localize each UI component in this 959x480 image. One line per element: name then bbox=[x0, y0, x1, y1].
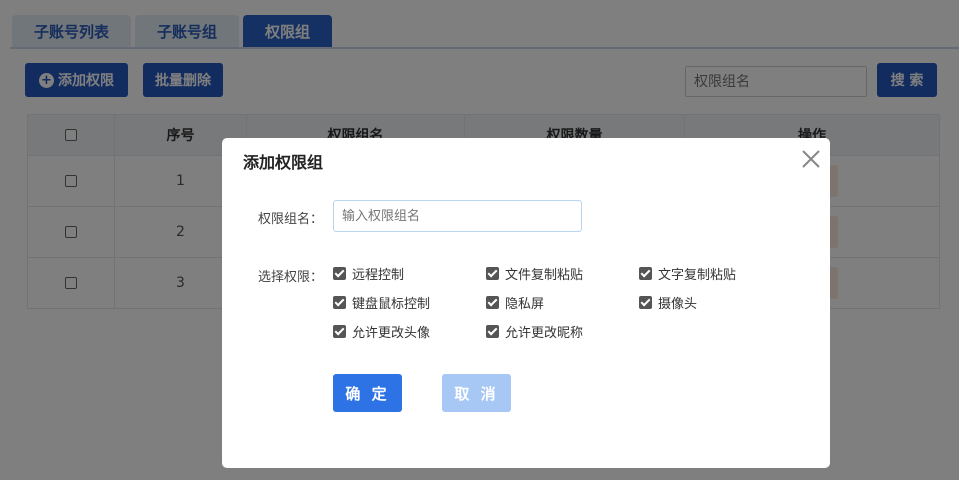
permission-change-nickname[interactable]: 允许更改昵称 bbox=[486, 322, 583, 341]
permission-label: 摄像头 bbox=[658, 297, 698, 312]
checkbox-checked[interactable] bbox=[486, 325, 499, 338]
permission-file-copy-paste[interactable]: 文件复制粘贴 bbox=[486, 264, 583, 283]
cancel-button[interactable]: 取 消 bbox=[442, 374, 511, 412]
permission-text-copy-paste[interactable]: 文字复制粘贴 bbox=[639, 264, 736, 283]
close-icon[interactable] bbox=[799, 147, 823, 171]
permission-privacy-screen[interactable]: 隐私屏 bbox=[486, 293, 544, 312]
permission-keyboard-mouse[interactable]: 键盘鼠标控制 bbox=[333, 293, 430, 312]
permission-label: 键盘鼠标控制 bbox=[352, 297, 431, 312]
checkbox-checked[interactable] bbox=[486, 296, 499, 309]
permission-remote-control[interactable]: 远程控制 bbox=[333, 264, 404, 283]
permission-change-avatar[interactable]: 允许更改头像 bbox=[333, 322, 430, 341]
permission-label: 文件复制粘贴 bbox=[505, 268, 584, 283]
add-permission-group-dialog: 添加权限组 权限组名： 选择权限： 远程控制 文件复制粘贴 文字复制粘贴 键盘鼠… bbox=[222, 138, 830, 468]
confirm-button[interactable]: 确 定 bbox=[333, 374, 402, 412]
checkbox-checked[interactable] bbox=[639, 296, 652, 309]
permission-camera[interactable]: 摄像头 bbox=[639, 293, 697, 312]
permission-label: 隐私屏 bbox=[505, 297, 545, 312]
permission-label: 文字复制粘贴 bbox=[658, 268, 737, 283]
dialog-title: 添加权限组 bbox=[243, 153, 324, 172]
checkbox-checked[interactable] bbox=[639, 267, 652, 280]
checkbox-checked[interactable] bbox=[333, 325, 346, 338]
group-name-label: 权限组名： bbox=[258, 212, 324, 227]
permission-label: 允许更改昵称 bbox=[505, 326, 584, 341]
permissions-label: 选择权限： bbox=[258, 270, 324, 285]
checkbox-checked[interactable] bbox=[333, 296, 346, 309]
group-name-input[interactable] bbox=[333, 200, 582, 232]
checkbox-checked[interactable] bbox=[486, 267, 499, 280]
permission-label: 远程控制 bbox=[352, 268, 405, 283]
checkbox-checked[interactable] bbox=[333, 267, 346, 280]
permission-label: 允许更改头像 bbox=[352, 326, 431, 341]
